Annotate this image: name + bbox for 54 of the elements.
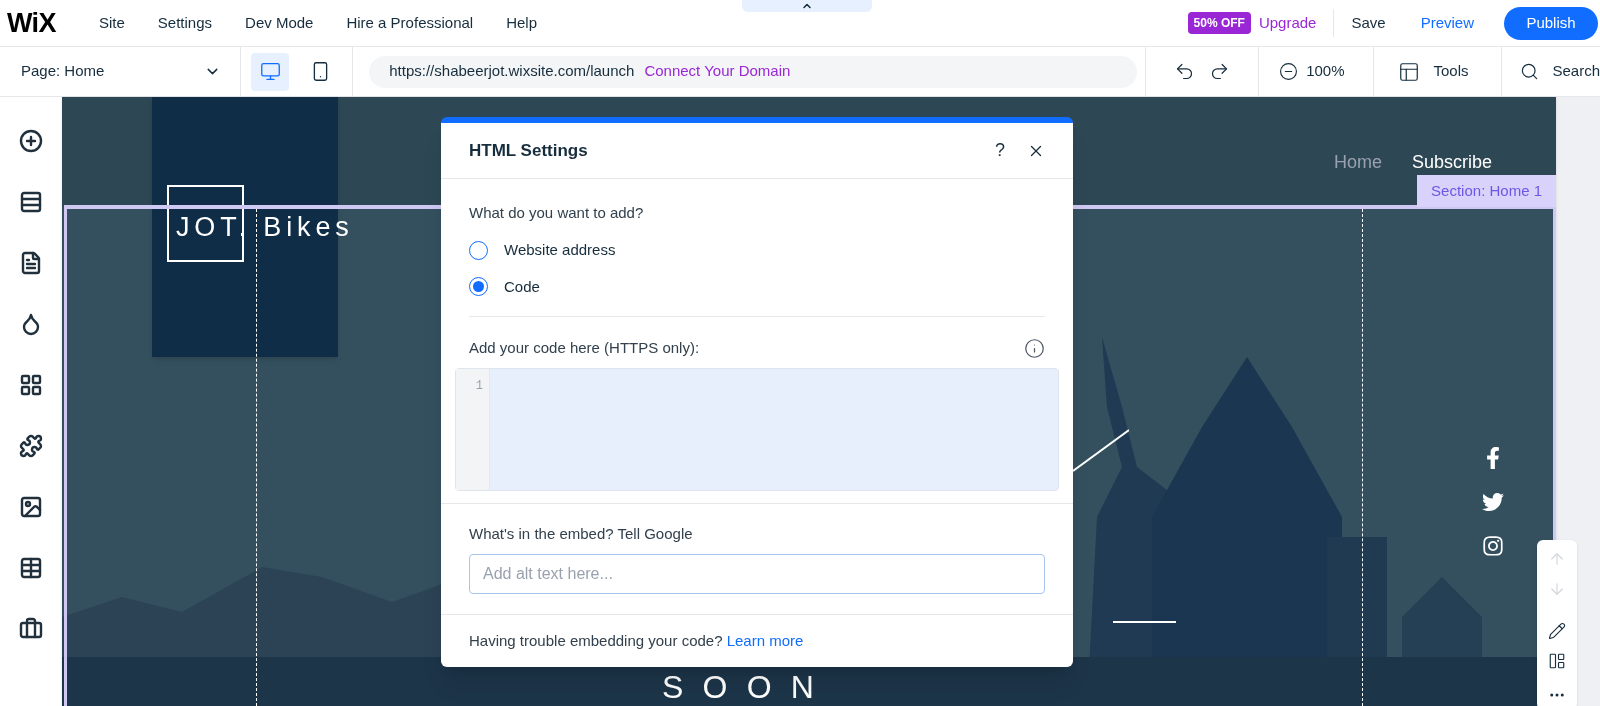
line-number: 1 (475, 377, 483, 395)
minus-circle-icon (1279, 62, 1299, 81)
embed-label: What's in the embed? Tell Google (469, 524, 693, 542)
section-label: Section: Home 1 (1417, 175, 1556, 207)
instagram-icon[interactable] (1482, 535, 1504, 557)
pencil-icon[interactable] (1548, 622, 1566, 640)
publish-button[interactable]: Publish (1504, 6, 1598, 40)
search-icon (1519, 62, 1539, 81)
question-label: What do you want to add? (469, 204, 644, 221)
radio-option[interactable]: Website address (469, 239, 1045, 262)
image-icon (19, 495, 43, 519)
upgrade-link[interactable]: Upgrade (1258, 11, 1317, 35)
learn-more-link[interactable]: Learn more (726, 631, 804, 649)
logo[interactable]: WiX (7, 2, 63, 44)
code-label: Add your code here (HTTPS only): (469, 338, 700, 358)
sidebar-button[interactable] (17, 127, 45, 155)
dialog-title: HTML Settings (469, 139, 588, 162)
underline-rule (1113, 621, 1176, 623)
site-heading: SOON (662, 671, 834, 703)
page-selector[interactable]: Page: Home (21, 60, 222, 83)
twitter-icon[interactable] (1482, 491, 1504, 513)
document-icon (19, 251, 43, 275)
help-button[interactable]: ? (995, 137, 1005, 164)
preview-button[interactable]: Preview (1420, 11, 1474, 35)
search-button[interactable]: Search (1519, 60, 1600, 83)
promo-badge: 50% OFF (1187, 12, 1251, 34)
briefcase-icon (19, 617, 43, 641)
radio-option[interactable]: Code (469, 275, 1045, 298)
table-icon (19, 556, 43, 580)
alt-text-field[interactable]: Add alt text here... (469, 553, 1045, 594)
zoom-button[interactable]: 100% (1279, 60, 1345, 83)
info-icon[interactable] (1024, 337, 1045, 359)
menu-item[interactable]: Settings (157, 11, 213, 35)
site-logo[interactable]: JOT. Bikes (176, 207, 354, 248)
tools-button[interactable]: Tools (1397, 60, 1469, 83)
grid-icon (19, 373, 43, 397)
plus-circle-icon (19, 129, 43, 153)
menu-item[interactable]: Site (99, 11, 125, 35)
save-button[interactable]: Save (1351, 11, 1386, 35)
layout-icon[interactable] (1548, 652, 1566, 670)
site-nav-link[interactable]: Subscribe (1412, 149, 1493, 176)
panel-icon (1397, 60, 1420, 83)
connect-domain-link[interactable]: Connect Your Domain (644, 60, 791, 83)
menu-item[interactable]: Dev Mode (245, 11, 314, 35)
menu-item[interactable]: Help (506, 11, 538, 35)
site-url: https://shabeerjot.wixsite.com/launch (389, 61, 635, 82)
puzzle-icon (19, 434, 43, 458)
menu-item[interactable]: Hire a Professional (346, 11, 474, 35)
desktop-icon (259, 61, 281, 82)
footer-text: Having trouble embedding your code? Learn more (469, 630, 804, 651)
rows-icon (19, 190, 43, 214)
sidebar-button[interactable] (17, 432, 45, 460)
site-nav-link[interactable]: Home (1334, 149, 1382, 176)
device-toggle[interactable] (251, 52, 290, 91)
